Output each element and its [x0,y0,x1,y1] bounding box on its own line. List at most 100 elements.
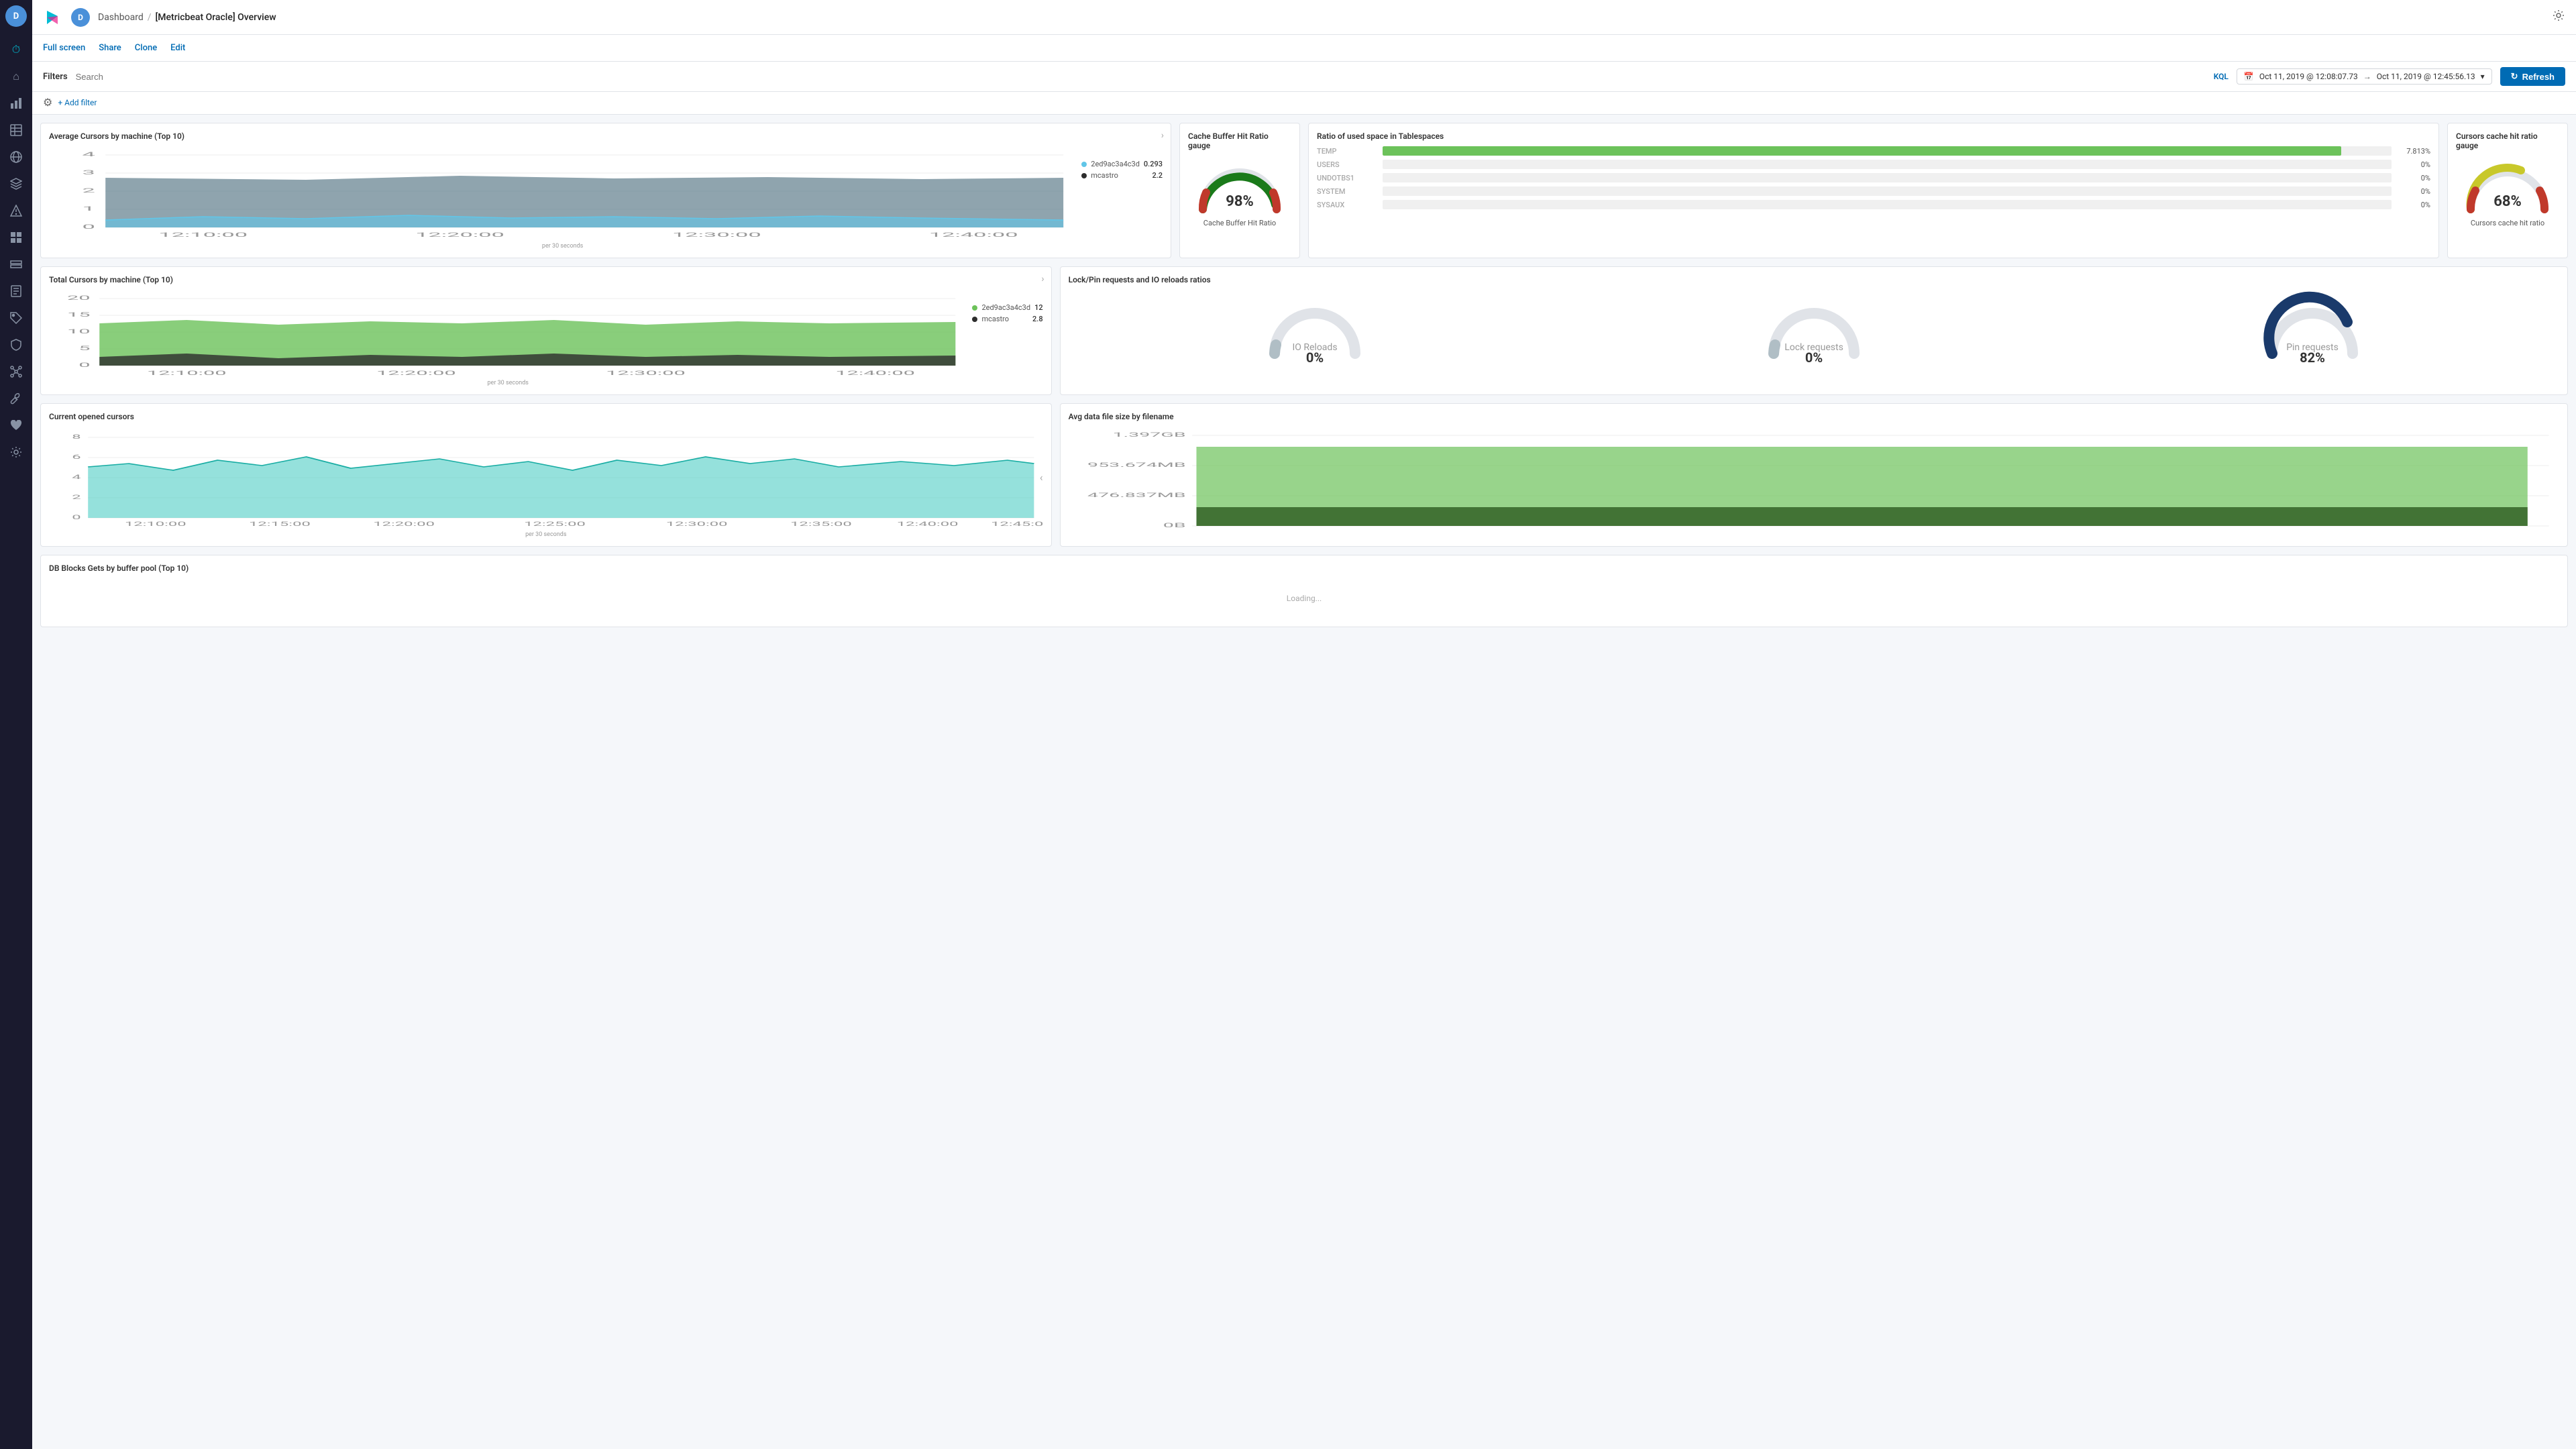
sidebar-icon-clock[interactable]: ⏱ [4,38,28,62]
fullscreen-link[interactable]: Full screen [43,43,85,53]
svg-text:12:10:00: 12:10:00 [147,370,227,377]
current-cursors-x-label: per 30 seconds [49,531,1043,538]
sidebar-icon-table[interactable] [4,118,28,142]
avg-cursors-legend: 2ed9ac3a4c3d 0.293 mcastro 2.2 [1081,146,1163,180]
svg-text:1: 1 [83,205,95,212]
cursors-ratio-gauge-label: Cursors cache hit ratio [2471,219,2544,227]
filter-gear-icon[interactable]: ⚙ [43,96,52,109]
svg-text:12:40:00: 12:40:00 [929,231,1018,238]
breadcrumb-root[interactable]: Dashboard [98,12,144,23]
ts-val-0: 7.813% [2397,147,2430,156]
add-filter-link[interactable]: + Add filter [58,98,97,107]
header-avatar[interactable]: D [71,8,90,27]
panel-current-cursors: Current opened cursors 8 6 4 2 0 [40,403,1052,547]
sidebar-icon-chart[interactable] [4,91,28,115]
refresh-icon: ↻ [2511,71,2518,82]
date-from: Oct 11, 2019 @ 12:08:07.73 [2259,72,2358,81]
sidebar-icon-layers[interactable] [4,172,28,196]
avg-cursors-x-label: per 30 seconds [49,243,1076,250]
svg-text:6: 6 [72,453,80,461]
panel-current-cursors-title: Current opened cursors [49,412,1043,421]
legend-name-1: mcastro [1091,171,1148,180]
ts-row-3: SYSTEM 0% [1317,186,2430,196]
search-input[interactable] [76,72,2206,82]
sidebar-icon-alert[interactable] [4,199,28,223]
expand-icon-total-cursors[interactable]: › [1041,274,1044,284]
expand-icon-avg-cursors[interactable]: › [1161,130,1164,141]
lock-requests-gauge: Lock requests 0% [1567,290,2060,364]
breadcrumb-current: [Metricbeat Oracle] Overview [156,12,276,23]
svg-text:8: 8 [72,433,80,441]
svg-text:12:20:00: 12:20:00 [415,231,504,238]
panel-cache-buffer-title: Cache Buffer Hit Ratio gauge [1188,131,1291,150]
clone-link[interactable]: Clone [135,43,157,53]
panel-db-blocks-title: DB Blocks Gets by buffer pool (Top 10) [49,564,2559,573]
ts-row-4: SYSAUX 0% [1317,200,2430,209]
refresh-button[interactable]: ↻ Refresh [2500,67,2565,86]
panel-tablespace: Ratio of used space in Tablespaces TEMP … [1308,123,2439,258]
ts-name-4: SYSAUX [1317,201,1377,209]
total-legend-item-0: 2ed9ac3a4c3d 12 [972,303,1042,312]
sidebar-icon-grid[interactable] [4,225,28,250]
svg-text:12:30:00: 12:30:00 [666,521,728,527]
ts-val-2: 0% [2397,174,2430,182]
user-avatar[interactable]: D [5,5,27,27]
ts-bar-0 [1383,146,2341,156]
sidebar-icon-shield[interactable] [4,333,28,357]
svg-text:12:20:00: 12:20:00 [376,370,456,377]
svg-text:4: 4 [83,151,95,158]
legend-val-1: 2.2 [1152,171,1163,180]
sidebar-icon-network[interactable] [4,360,28,384]
svg-text:0: 0 [83,223,95,230]
panel-total-cursors-title: Total Cursors by machine (Top 10) [49,275,1043,284]
sidebar-icon-tag[interactable] [4,306,28,330]
svg-text:3: 3 [83,169,95,176]
svg-text:12:35:00: 12:35:00 [790,521,852,527]
sidebar-icon-settings[interactable] [4,440,28,464]
sidebar-icon-docs[interactable] [4,279,28,303]
panel-row-1: Average Cursors by machine (Top 10) 4 3 … [40,123,2568,258]
io-reloads-svg: IO Reloads 0% [1261,290,1368,364]
sidebar-icon-stack[interactable] [4,252,28,276]
panel-tablespace-title: Ratio of used space in Tablespaces [1317,131,2430,141]
pin-requests-svg: Pin requests 82% [2259,290,2366,364]
ts-bar-bg-2 [1383,173,2392,182]
svg-text:0%: 0% [1805,350,1823,364]
svg-text:12:40:00: 12:40:00 [835,370,915,377]
sidebar-icon-globe[interactable] [4,145,28,169]
edit-link[interactable]: Edit [170,43,185,53]
sidebar-icon-home[interactable]: ⌂ [4,64,28,89]
kql-badge[interactable]: KQL [2214,72,2229,81]
main-content: D Dashboard / [Metricbeat Oracle] Overvi… [32,0,2576,1449]
legend-dot-1 [1081,173,1087,178]
svg-text:12:15:00: 12:15:00 [249,521,311,527]
io-reloads-gauge: IO Reloads 0% [1069,290,1562,364]
svg-text:12:45:00: 12:45:00 [991,521,1043,527]
sidebar-icon-heart[interactable] [4,413,28,437]
total-legend-name-1: mcastro [981,315,1028,323]
svg-text:98%: 98% [1226,193,1254,210]
svg-text:0: 0 [72,514,80,521]
share-link[interactable]: Share [99,43,121,53]
panel-row-3: Current opened cursors 8 6 4 2 0 [40,403,2568,547]
total-cursors-x-label: per 30 seconds [49,380,967,386]
panel-db-blocks: DB Blocks Gets by buffer pool (Top 10) L… [40,555,2568,627]
header-settings-icon[interactable] [2552,9,2565,25]
dashboard-content: Average Cursors by machine (Top 10) 4 3 … [32,115,2576,1449]
io-gauge-row: IO Reloads 0% Lock requests 0% [1069,290,2559,364]
filters-label: Filters [43,72,68,82]
db-blocks-placeholder: Loading... [49,578,2559,619]
panel-avg-file-size: Avg data file size by filename 1.397GB 9… [1060,403,2568,547]
date-range-picker[interactable]: 📅 Oct 11, 2019 @ 12:08:07.73 → Oct 11, 2… [2237,68,2492,85]
refresh-label: Refresh [2522,72,2555,82]
sidebar-icon-wrench[interactable] [4,386,28,411]
ts-val-4: 0% [2397,201,2430,209]
calendar-icon: 📅 [2244,72,2254,81]
svg-text:476.837MB: 476.837MB [1087,492,1186,499]
total-legend-dot-1 [972,317,977,322]
date-to: Oct 11, 2019 @ 12:45:56.13 [2377,72,2475,81]
sub-header: Full screen Share Clone Edit [32,35,2576,62]
collapse-icon[interactable]: ‹ [1040,471,1043,484]
cache-buffer-gauge: 98% [1193,156,1287,216]
legend-dot-0 [1081,162,1087,167]
